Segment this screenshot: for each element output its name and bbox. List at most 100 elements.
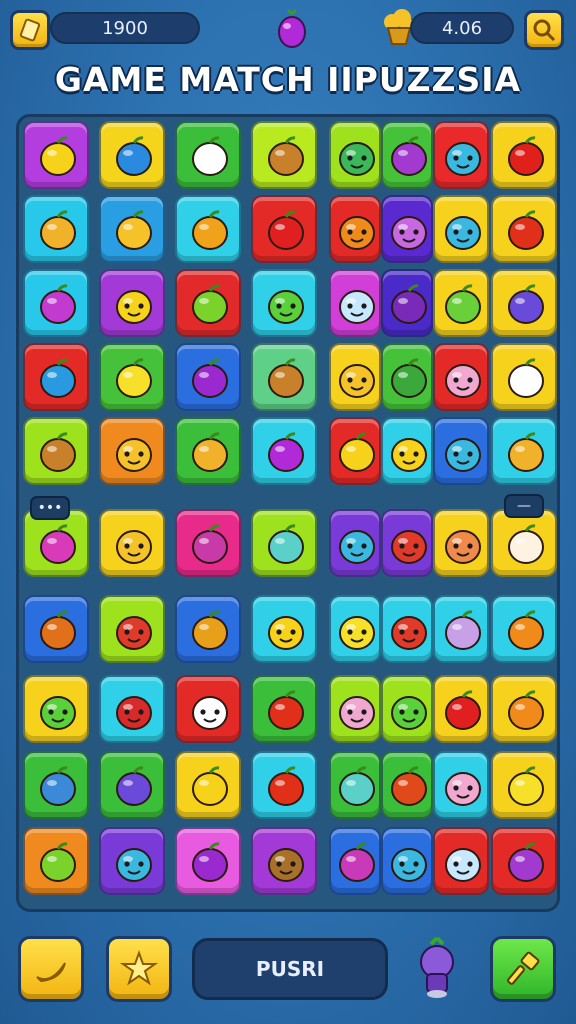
board-tile[interactable] xyxy=(491,195,557,263)
fox-icon xyxy=(445,530,481,564)
board-tile[interactable] xyxy=(23,675,89,743)
board-tile[interactable] xyxy=(99,195,165,263)
board-tile[interactable] xyxy=(491,751,557,819)
board-tile[interactable] xyxy=(99,751,165,819)
board-tile[interactable] xyxy=(251,121,317,189)
board-tile[interactable] xyxy=(251,827,317,895)
board-tile[interactable] xyxy=(329,675,381,743)
board-tile[interactable] xyxy=(175,595,241,663)
board-tile[interactable] xyxy=(175,509,241,577)
yellow-face-icon xyxy=(391,438,427,472)
board-tile[interactable] xyxy=(433,675,489,743)
board-tile[interactable] xyxy=(491,675,557,743)
board-tile[interactable] xyxy=(491,417,557,485)
board-tile[interactable] xyxy=(433,595,489,663)
menu-card-button[interactable] xyxy=(10,10,50,50)
tomato-icon xyxy=(268,766,304,806)
push-button[interactable]: PUSRI xyxy=(192,938,388,1000)
grape-icon xyxy=(391,284,427,324)
board-tile[interactable] xyxy=(433,121,489,189)
board-right-handle[interactable]: — xyxy=(504,494,544,518)
yellow-face-icon xyxy=(268,616,304,650)
board-tile[interactable] xyxy=(433,343,489,411)
board-tile[interactable] xyxy=(381,509,433,577)
board-tile[interactable] xyxy=(251,595,317,663)
board-tile[interactable] xyxy=(433,827,489,895)
board-tile[interactable] xyxy=(175,827,241,895)
board-tile[interactable] xyxy=(251,269,317,337)
board-tile[interactable] xyxy=(491,269,557,337)
board-tile[interactable] xyxy=(99,509,165,577)
board-tile[interactable] xyxy=(329,751,381,819)
board-tile[interactable] xyxy=(491,509,557,577)
board-tile[interactable] xyxy=(329,343,381,411)
board-tile[interactable] xyxy=(23,121,89,189)
board-tile[interactable] xyxy=(23,343,89,411)
board-tile[interactable] xyxy=(433,417,489,485)
board-tile[interactable] xyxy=(381,751,433,819)
board-tile[interactable] xyxy=(329,417,381,485)
board-tile[interactable] xyxy=(23,595,89,663)
board-tile[interactable] xyxy=(433,269,489,337)
board-tile[interactable] xyxy=(23,751,89,819)
hammer-power-button[interactable] xyxy=(490,936,556,1002)
board-tile[interactable] xyxy=(175,121,241,189)
board-tile[interactable] xyxy=(251,751,317,819)
board-tile[interactable] xyxy=(433,751,489,819)
board-tile[interactable] xyxy=(381,195,433,263)
search-button[interactable] xyxy=(524,10,564,50)
board-tile[interactable] xyxy=(23,269,89,337)
board-tile[interactable] xyxy=(99,675,165,743)
banana-power-button[interactable] xyxy=(18,936,84,1002)
board-tile[interactable] xyxy=(329,195,381,263)
board-tile[interactable] xyxy=(23,417,89,485)
board-tile[interactable] xyxy=(491,827,557,895)
board-tile[interactable] xyxy=(251,343,317,411)
board-tile[interactable] xyxy=(23,827,89,895)
board-tile[interactable] xyxy=(175,751,241,819)
board-tile[interactable] xyxy=(329,509,381,577)
board-tile[interactable] xyxy=(381,675,433,743)
star-icon xyxy=(192,766,228,806)
board-tile[interactable] xyxy=(381,269,433,337)
board-tile[interactable] xyxy=(251,417,317,485)
board-tile[interactable] xyxy=(175,269,241,337)
board-tile[interactable] xyxy=(23,195,89,263)
board-tile[interactable] xyxy=(251,195,317,263)
board-tile[interactable] xyxy=(381,343,433,411)
lemon-face-icon xyxy=(339,616,375,650)
board-tile[interactable] xyxy=(491,595,557,663)
green-face-icon xyxy=(391,696,427,730)
board-tile[interactable] xyxy=(433,509,489,577)
board-tile[interactable] xyxy=(329,121,381,189)
board-tile[interactable] xyxy=(381,417,433,485)
board-tile[interactable] xyxy=(99,417,165,485)
star-icon xyxy=(119,950,159,986)
board-tile[interactable] xyxy=(329,269,381,337)
board-tile[interactable] xyxy=(99,827,165,895)
board-tile[interactable] xyxy=(251,509,317,577)
board-tile[interactable] xyxy=(175,417,241,485)
board-tile[interactable] xyxy=(99,121,165,189)
potion-icon[interactable] xyxy=(414,934,460,1000)
blueberry-icon xyxy=(508,284,544,324)
board-tile[interactable] xyxy=(251,675,317,743)
board-tile[interactable] xyxy=(329,827,381,895)
board-tile[interactable] xyxy=(175,195,241,263)
board-tile[interactable] xyxy=(329,595,381,663)
slime-icon xyxy=(339,142,375,176)
board-tile[interactable] xyxy=(99,269,165,337)
eggplant-icon xyxy=(268,432,304,472)
board-tile[interactable] xyxy=(175,675,241,743)
board-tile[interactable] xyxy=(491,343,557,411)
board-tile[interactable] xyxy=(99,595,165,663)
board-tile[interactable] xyxy=(381,827,433,895)
board-left-handle[interactable]: ••• xyxy=(30,496,70,520)
board-tile[interactable] xyxy=(381,595,433,663)
board-tile[interactable] xyxy=(381,121,433,189)
board-tile[interactable] xyxy=(433,195,489,263)
board-tile[interactable] xyxy=(175,343,241,411)
board-tile[interactable] xyxy=(99,343,165,411)
board-tile[interactable] xyxy=(491,121,557,189)
star-power-button[interactable] xyxy=(106,936,172,1002)
